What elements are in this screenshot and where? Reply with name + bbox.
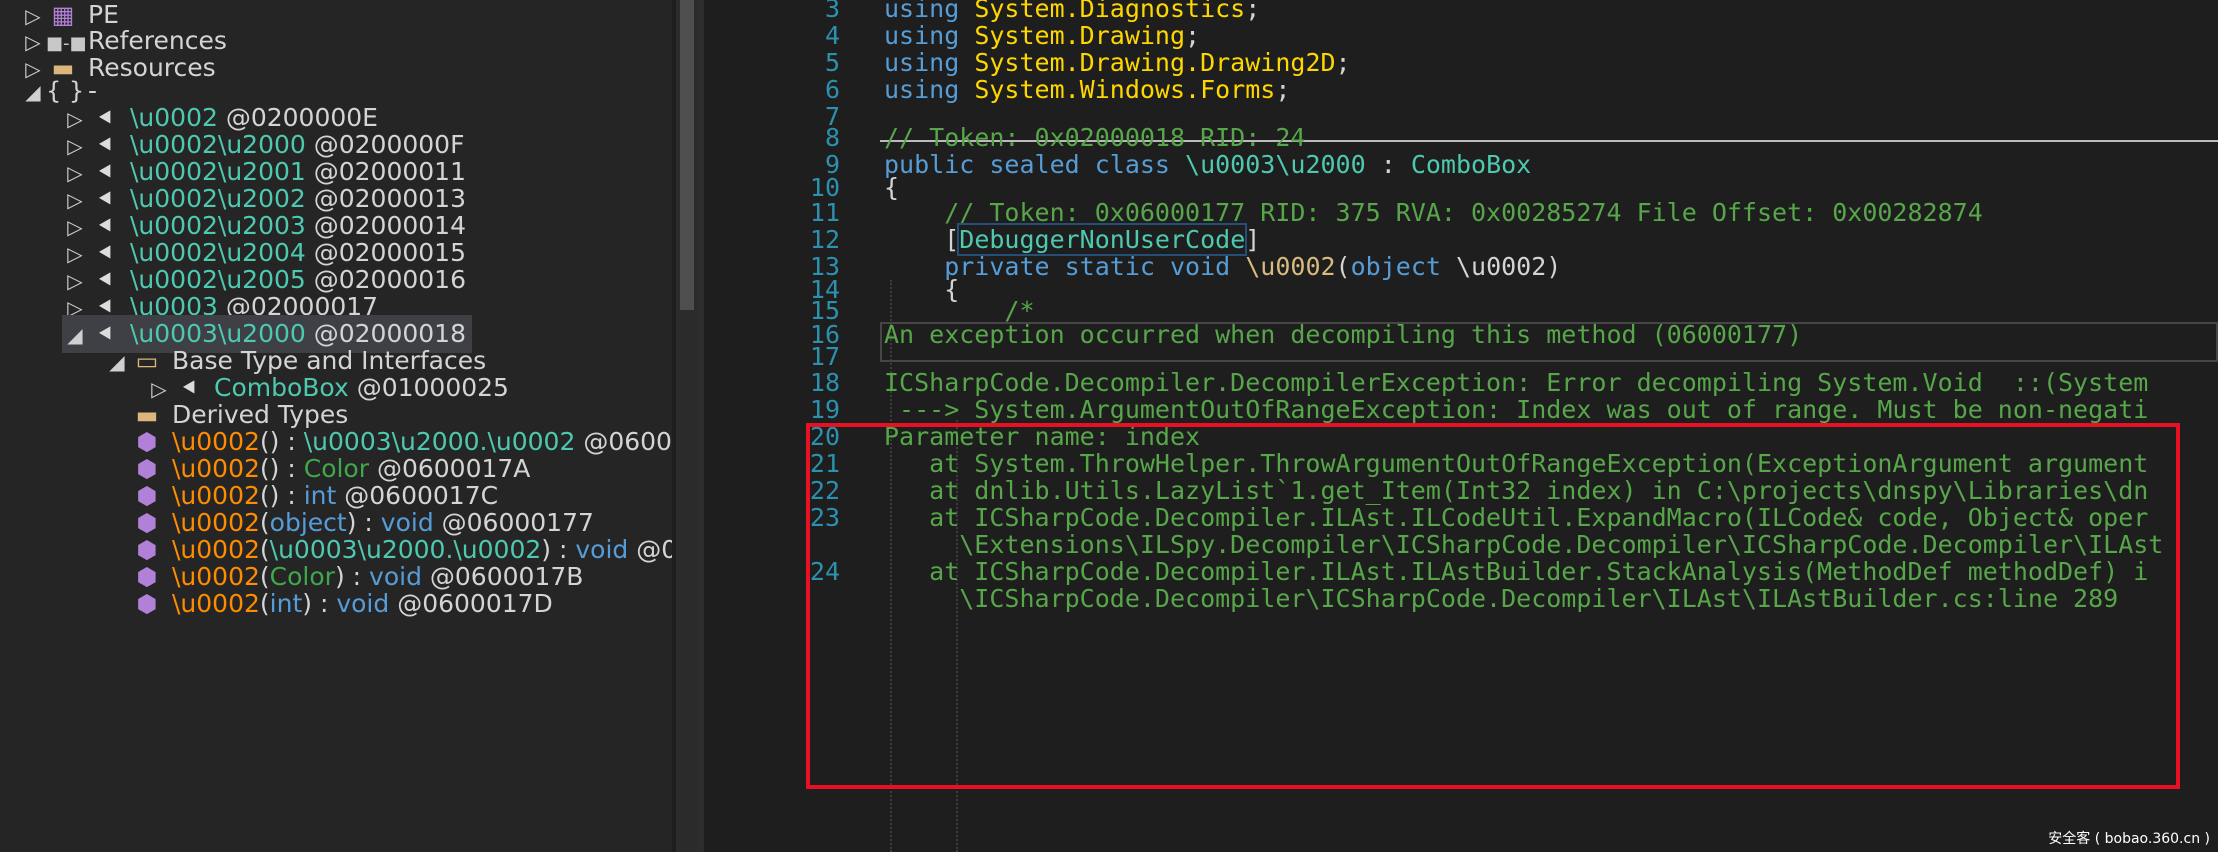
code-token: System.Windows.Forms — [974, 75, 1276, 104]
code-token: ; — [1335, 48, 1351, 77]
tree-item-method[interactable]: ⬢ \u0002(int) : void @0600017D — [130, 585, 553, 623]
collapse-arrow-icon[interactable]: ◢ — [104, 343, 130, 381]
tree-scrollbar-thumb[interactable] — [680, 0, 694, 310]
code-token: ---> System.ArgumentOutOfRangeException:… — [884, 395, 2149, 424]
code-token: \u0002) — [1455, 252, 1562, 281]
watermark: 安全客 ( bobao.360.cn ) — [2048, 831, 2210, 847]
code-line: using System.Drawing; — [884, 21, 1200, 50]
line-number: 18 — [809, 368, 840, 397]
line-number: 17 — [809, 342, 840, 371]
collapse-arrow-icon[interactable]: ◢ — [20, 73, 46, 111]
code-line: ---> System.ArgumentOutOfRangeException:… — [884, 395, 2148, 424]
line-number: 4 — [824, 21, 840, 50]
line-number: 3 — [824, 0, 840, 23]
code-token: \u0003\u2000 — [1185, 150, 1366, 179]
line-number: 5 — [824, 48, 840, 77]
collapse-arrow-icon[interactable]: ◢ — [62, 316, 88, 354]
code-token: System.Drawing — [974, 21, 1186, 50]
code-token: ] — [1245, 225, 1261, 254]
code-token: public sealed class — [884, 150, 1186, 179]
code-token: ; — [1275, 75, 1291, 104]
code-token: \u0002 — [1245, 252, 1336, 281]
line-number: 19 — [809, 395, 840, 424]
code-token: An exception occurred when decompiling t… — [884, 320, 1803, 349]
code-token: : — [1365, 150, 1411, 179]
code-token: ; — [1185, 21, 1201, 50]
code-line: using System.Drawing.Drawing2D; — [884, 48, 1351, 77]
code-line: private static void \u0002(object \u0002… — [884, 252, 1561, 281]
code-token: object — [1350, 252, 1456, 281]
code-line: [DebuggerNonUserCode] — [884, 223, 1261, 256]
code-line: An exception occurred when decompiling t… — [884, 320, 1802, 349]
code-token: using — [884, 0, 975, 23]
code-token: System.Diagnostics — [974, 0, 1246, 23]
code-token: ComboBox — [1410, 150, 1532, 179]
line-number: 12 — [809, 225, 840, 254]
code-token: using — [884, 21, 975, 50]
code-token: ( — [1335, 252, 1351, 281]
code-line: using System.Windows.Forms; — [884, 75, 1290, 104]
code-token: // Token: 0x06000177 RID: 375 RVA: 0x002… — [884, 198, 1983, 227]
method-icon: ⬢ — [136, 590, 158, 618]
code-line: // Token: 0x02000018 RID: 24 — [884, 123, 1305, 152]
code-token: System.Drawing.Drawing2D — [974, 48, 1336, 77]
code-line: ICSharpCode.Decompiler.DecompilerExcepti… — [884, 368, 2148, 397]
code-token: // Token: 0x02000018 RID: 24 — [884, 123, 1306, 152]
line-number: 8 — [824, 123, 840, 152]
line-number: 6 — [824, 75, 840, 104]
code-line: using System.Diagnostics; — [884, 0, 1260, 23]
assembly-tree-panel: ▷ ▦ PE ▷ ■-■References ▷ ▬ Resources ◢{ } - ▷ ⯇… — [0, 0, 672, 852]
code-token: [ — [884, 225, 960, 254]
code-line: public sealed class \u0003\u2000 : Combo… — [884, 150, 1531, 179]
code-token: using — [884, 48, 975, 77]
code-line: // Token: 0x06000177 RID: 375 RVA: 0x002… — [884, 198, 1983, 227]
code-token: using — [884, 75, 975, 104]
code-token: ICSharpCode.Decompiler.DecompilerExcepti… — [884, 368, 2149, 397]
code-token: ; — [1245, 0, 1261, 23]
exception-highlight-box — [806, 423, 2180, 789]
line-number: 11 — [809, 198, 840, 227]
code-token: DebuggerNonUserCode — [957, 223, 1248, 256]
